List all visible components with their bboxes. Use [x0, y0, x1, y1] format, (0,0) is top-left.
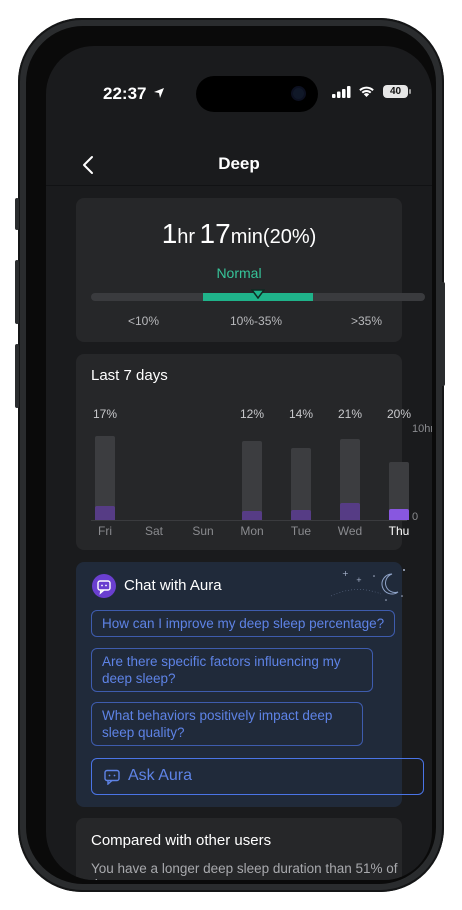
suggested-question-1[interactable]: How can I improve my deep sleep percenta…	[91, 610, 396, 637]
day-label-sun[interactable]: Sun	[183, 524, 223, 538]
range-high-segment	[313, 293, 425, 301]
deep-segment-fri	[95, 505, 115, 520]
volume-down-button	[15, 344, 19, 408]
minutes-number: 17	[199, 218, 231, 249]
wifi-icon	[359, 86, 374, 97]
svg-text:+: +	[342, 569, 349, 578]
day-label-sat[interactable]: Sat	[134, 524, 174, 538]
day-label-fri[interactable]: Fri	[85, 524, 125, 538]
phone-frame: 22:37 40 Deep 1hr 17min(20%) Normal <10%…	[18, 18, 444, 892]
day-label-mon[interactable]: Mon	[232, 524, 272, 538]
pct-label-wed: 21%	[337, 407, 363, 421]
status-time: 22:37	[103, 84, 165, 104]
pct-label-fri: 17%	[92, 407, 118, 421]
action-button	[15, 198, 19, 230]
hours-unit: hr	[177, 226, 196, 248]
chat-icon	[104, 769, 120, 785]
bar-fri[interactable]	[95, 436, 115, 520]
status-label: Normal	[216, 265, 262, 281]
volume-up-button	[15, 260, 19, 324]
chart-title: Last 7 days	[91, 367, 168, 384]
range-label-high: >35%	[351, 314, 383, 328]
chat-bot-icon	[92, 574, 116, 598]
page-title: Deep	[218, 154, 260, 173]
location-arrow-icon	[154, 88, 165, 98]
deep-segment-mon	[242, 510, 262, 520]
battery-tip	[409, 89, 411, 94]
minutes-unit: min	[230, 226, 263, 248]
chat-title: Chat with Aura	[124, 577, 222, 594]
chat-with-aura-card: Chat with Aura + + How can I improve my …	[76, 562, 424, 807]
bar-mon[interactable]	[242, 441, 262, 520]
suggested-question-3[interactable]: What behaviors positively impact deep sl…	[91, 702, 363, 746]
chart-baseline	[91, 520, 407, 521]
day-label-thu[interactable]: Thu	[379, 524, 419, 538]
pct-label-thu: 20%	[386, 407, 412, 421]
phone-bezel: 22:37 40 Deep 1hr 17min(20%) Normal <10%…	[26, 26, 436, 884]
last-7-days-card: Last 7 days 10hr 0 17% Fri Sat Sun 12% Mon 14%…	[76, 354, 432, 550]
night-sky-decoration-icon: + +	[330, 569, 405, 601]
camera-dot	[293, 88, 304, 99]
comparison-title: Compared with other users	[91, 832, 272, 849]
ask-aura-label: Ask Aura	[128, 767, 193, 784]
y-axis-max-label: 10hr	[412, 423, 432, 435]
suggested-question-2[interactable]: Are there specific factors influencing m…	[91, 648, 373, 692]
pct-label-mon: 12%	[239, 407, 265, 421]
range-label-mid: 10%-35%	[230, 314, 283, 328]
deep-segment-thu	[389, 508, 409, 520]
hours-number: 1	[161, 218, 178, 249]
nav-bar: Deep	[46, 142, 432, 186]
power-button	[441, 282, 445, 386]
range-low-segment	[91, 293, 203, 301]
range-label-low: <10%	[128, 314, 160, 328]
day-label-wed[interactable]: Wed	[330, 524, 370, 538]
status-bar: 22:37 40	[46, 46, 432, 112]
comparison-text: You have a longer deep sleep duration th…	[91, 861, 398, 880]
y-axis-zero-label: 0	[412, 511, 419, 523]
deep-percent: (20%)	[262, 226, 317, 248]
deep-summary-card: 1hr 17min(20%) Normal <10% 10%-35% >35%	[76, 198, 425, 342]
ask-aura-button[interactable]: Ask Aura	[91, 758, 424, 795]
svg-text:+: +	[356, 576, 362, 584]
battery-icon: 40	[383, 85, 411, 98]
screen: 22:37 40 Deep 1hr 17min(20%) Normal <10%…	[46, 46, 432, 880]
bar-wed[interactable]	[340, 439, 360, 520]
range-marker-icon	[251, 289, 265, 299]
deep-segment-tue	[291, 509, 311, 520]
chat-bubble-icon	[97, 580, 111, 595]
bar-thu[interactable]	[389, 461, 409, 520]
day-label-tue[interactable]: Tue	[281, 524, 321, 538]
pct-label-tue: 14%	[288, 407, 314, 421]
battery-level: 40	[389, 86, 402, 97]
comparison-card: Compared with other users You have a lon…	[76, 818, 402, 880]
time-text: 22:37	[103, 84, 147, 103]
bar-tue[interactable]	[291, 447, 311, 520]
deep-duration: 1hr 17min(20%)	[76, 218, 402, 250]
dynamic-island	[196, 76, 318, 112]
cellular-signal-icon	[332, 86, 351, 98]
deep-segment-wed	[340, 502, 360, 520]
